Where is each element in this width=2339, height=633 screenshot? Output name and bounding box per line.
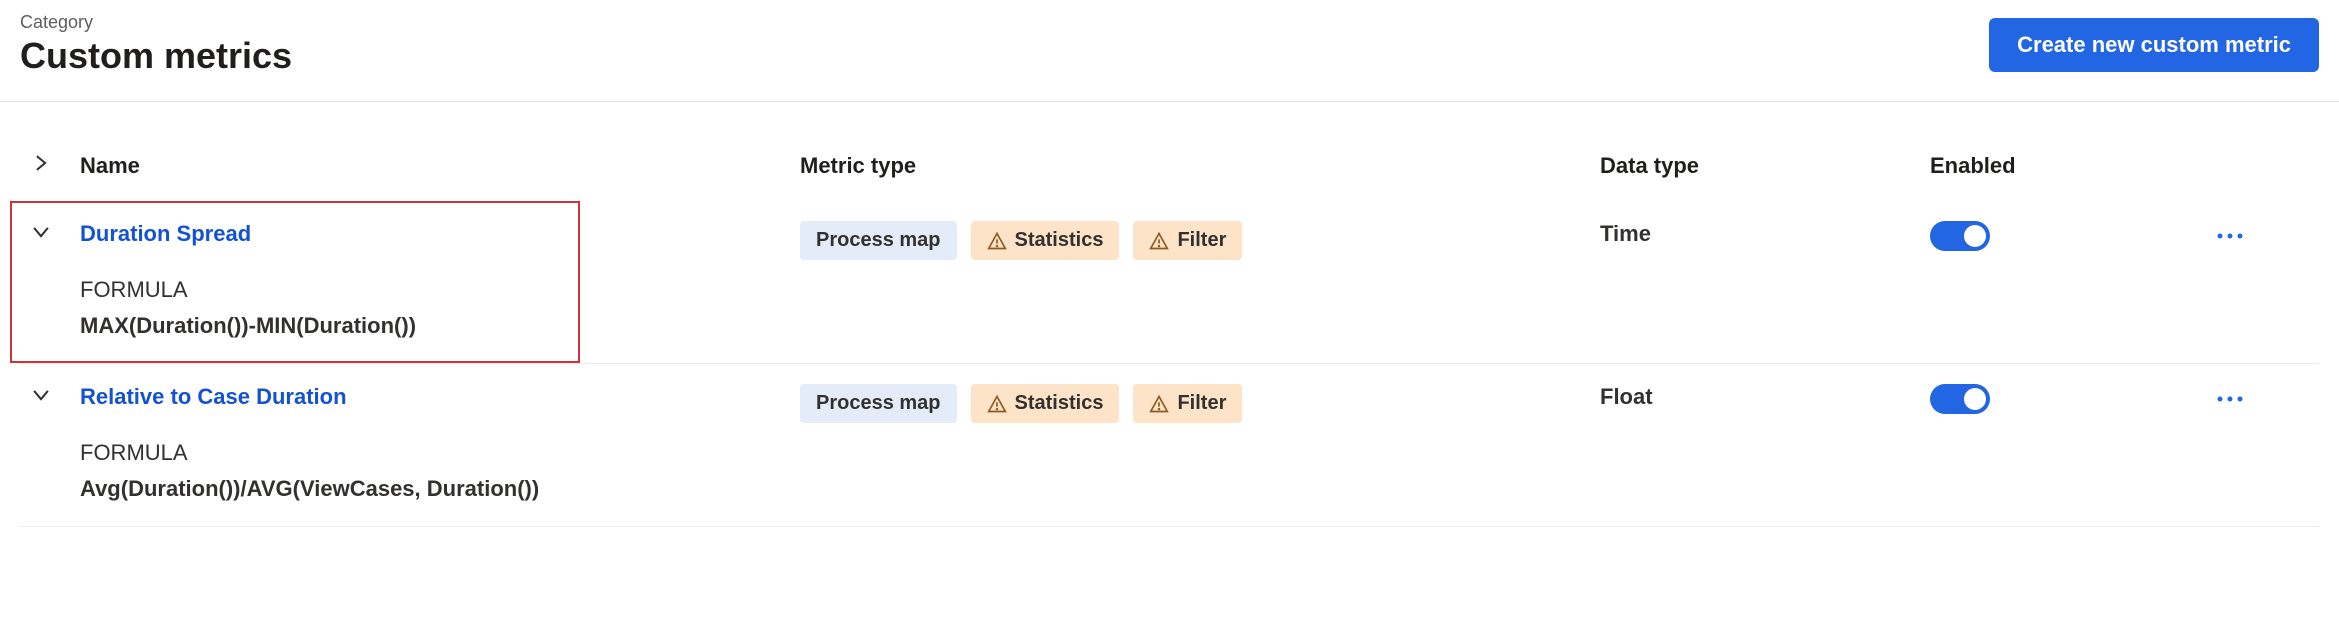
more-horizontal-icon: [2216, 395, 2244, 403]
formula-label: FORMULA: [80, 277, 800, 303]
toggle-knob: [1964, 388, 1986, 410]
toggle-knob: [1964, 225, 1986, 247]
chevron-down-icon: [30, 384, 52, 411]
table-header-row: Name Metric type Data type Enabled: [20, 102, 2319, 201]
badge-statistics: Statistics: [971, 221, 1120, 260]
badge-statistics: Statistics: [971, 384, 1120, 423]
badge-statistics-label: Statistics: [1015, 229, 1104, 252]
enabled-toggle[interactable]: [1930, 221, 1990, 251]
category-label: Category: [20, 12, 292, 33]
more-actions-button[interactable]: [2200, 384, 2260, 414]
page-title: Custom metrics: [20, 35, 292, 77]
data-type-value: Time: [1600, 221, 1651, 246]
badge-filter-label: Filter: [1177, 392, 1226, 415]
more-horizontal-icon: [2216, 232, 2244, 240]
table-row: Duration Spread FORMULA MAX(Duration())-…: [20, 201, 2319, 364]
badge-process-map: Process map: [800, 384, 957, 423]
badge-filter: Filter: [1133, 221, 1242, 260]
page-header: Category Custom metrics Create new custo…: [0, 0, 2339, 102]
formula-value: Avg(Duration())/AVG(ViewCases, Duration(…: [80, 476, 800, 502]
name-cell: Duration Spread FORMULA MAX(Duration())-…: [80, 221, 800, 339]
metric-type-badges: Process map Statistics Filter: [800, 384, 1600, 423]
expand-all-toggle[interactable]: [20, 152, 80, 179]
chevron-down-icon: [30, 221, 52, 248]
column-header-enabled[interactable]: Enabled: [1930, 153, 2200, 179]
header-title-block: Category Custom metrics: [20, 12, 292, 77]
badge-filter-label: Filter: [1177, 229, 1226, 252]
warning-icon: [987, 394, 1007, 414]
more-actions-button[interactable]: [2200, 221, 2260, 251]
badge-filter: Filter: [1133, 384, 1242, 423]
warning-icon: [1149, 231, 1169, 251]
column-header-metric-type[interactable]: Metric type: [800, 153, 1600, 179]
metric-name-link[interactable]: Duration Spread: [80, 221, 800, 247]
badge-process-map: Process map: [800, 221, 957, 260]
create-new-custom-metric-button[interactable]: Create new custom metric: [1989, 18, 2319, 72]
column-header-data-type[interactable]: Data type: [1600, 153, 1930, 179]
name-cell: Relative to Case Duration FORMULA Avg(Du…: [80, 384, 800, 502]
data-type-value: Float: [1600, 384, 1653, 409]
row-expand-toggle[interactable]: [20, 384, 80, 411]
badge-statistics-label: Statistics: [1015, 392, 1104, 415]
warning-icon: [987, 231, 1007, 251]
metric-type-badges: Process map Statistics Filter: [800, 221, 1600, 260]
metrics-table: Name Metric type Data type Enabled Durat…: [0, 102, 2339, 527]
table-row: Relative to Case Duration FORMULA Avg(Du…: [20, 364, 2319, 527]
row-expand-toggle[interactable]: [20, 221, 80, 248]
warning-icon: [1149, 394, 1169, 414]
formula-label: FORMULA: [80, 440, 800, 466]
column-header-name[interactable]: Name: [80, 153, 800, 179]
enabled-toggle[interactable]: [1930, 384, 1990, 414]
metric-name-link[interactable]: Relative to Case Duration: [80, 384, 800, 410]
chevron-right-icon: [30, 152, 52, 179]
formula-value: MAX(Duration())-MIN(Duration()): [80, 313, 800, 339]
